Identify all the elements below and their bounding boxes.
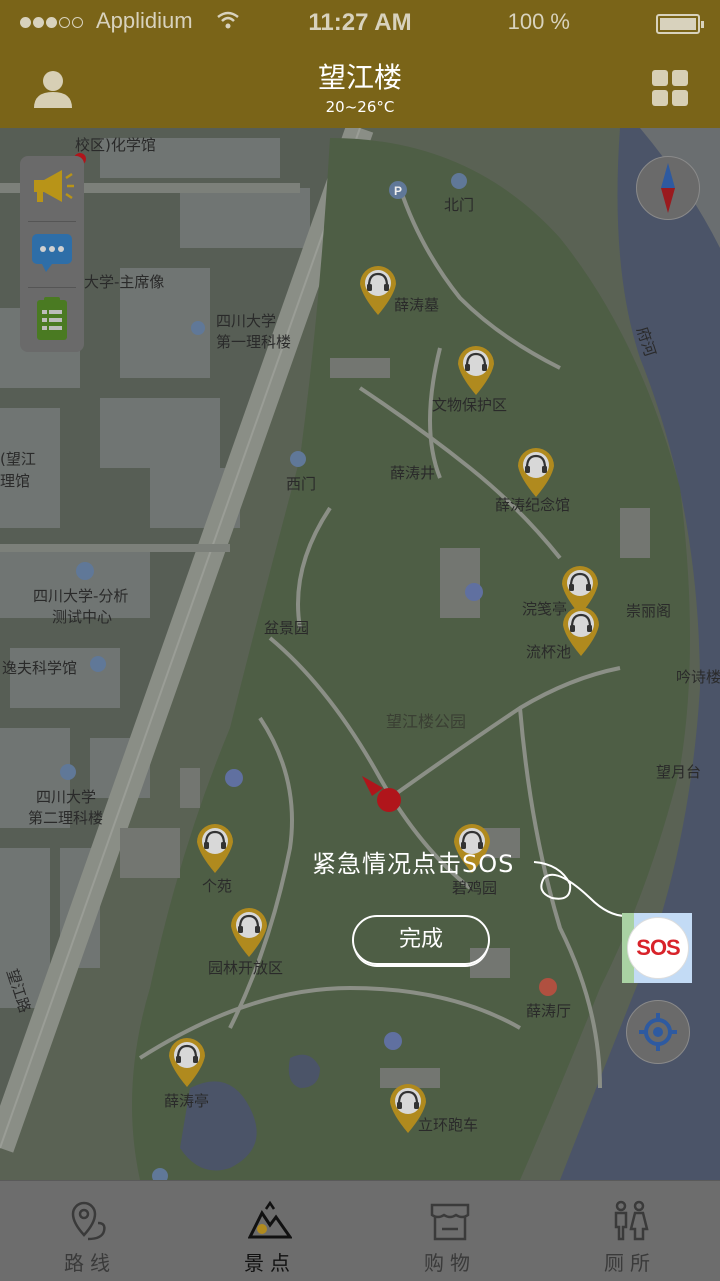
map-label: 碧鸡园 (452, 879, 498, 897)
map-label: 测试中心 (52, 608, 113, 626)
map-label: 薛涛井 (390, 464, 436, 482)
audio-guide-pin-icon[interactable] (456, 344, 496, 396)
tab-bar: 路线 景点 购物 厕所 (0, 1180, 720, 1281)
chat-icon[interactable] (28, 228, 76, 276)
map-label: 崇丽阁 (626, 602, 672, 620)
map-label: (望江 (0, 450, 36, 468)
map-label: 望月台 (656, 763, 702, 781)
map-label: 四川大学 (216, 312, 277, 330)
scenic-icon (248, 1200, 292, 1239)
audio-guide-pin-icon[interactable] (388, 1082, 428, 1134)
audio-guide-pin-icon[interactable] (195, 822, 235, 874)
route-icon (71, 1201, 106, 1241)
tab-scenic[interactable]: 景点 (180, 1181, 360, 1281)
header: 望江楼 20~26°C (0, 48, 720, 128)
svg-text:P: P (394, 184, 402, 198)
done-button[interactable]: 完成 (352, 915, 490, 965)
audio-guide-pin-icon[interactable] (516, 446, 556, 498)
sos-highlight: SOS (622, 913, 692, 983)
audio-guide-pin-icon[interactable] (167, 1036, 207, 1088)
map-label: 第二理科楼 (28, 809, 104, 827)
tab-label: 厕所 (604, 1251, 656, 1275)
battery-icon (656, 14, 704, 34)
toilet-icon (614, 1200, 649, 1241)
audio-guide-pin-icon[interactable] (229, 906, 269, 958)
map-label: 理馆 (0, 472, 31, 490)
sos-button[interactable]: SOS (627, 917, 689, 979)
page-title: 望江楼 (317, 61, 402, 94)
temperature-label: 20~26°C (325, 98, 395, 116)
map-label: 吟诗楼 (676, 668, 720, 686)
compass-button[interactable] (636, 156, 700, 220)
tab-route[interactable]: 路线 (0, 1181, 180, 1281)
hint-arrow (533, 861, 627, 917)
audio-guide-pin-icon[interactable] (561, 605, 601, 657)
map-label: 西门 (286, 475, 317, 493)
map-label: 薛涛墓 (394, 296, 440, 314)
shop-icon (430, 1203, 470, 1241)
map-label: 个苑 (202, 877, 233, 895)
map-label: 薛涛厅 (526, 1002, 572, 1020)
map-view[interactable]: P 校区)化学馆 北门 薛涛墓 大学-主席像 四川大学 第一理科楼 文物保护区 … (0, 128, 720, 1180)
tab-shop[interactable]: 购物 (360, 1181, 540, 1281)
tab-label: 购物 (424, 1251, 476, 1275)
map-label: 园林开放区 (208, 959, 284, 977)
compass-icon (661, 163, 675, 213)
tab-label: 路线 (64, 1251, 116, 1275)
audio-guide-pin-icon[interactable] (358, 264, 398, 316)
status-time: 11:27 AM (308, 9, 412, 36)
map-label: 第一理科楼 (216, 333, 292, 351)
map-label: 文物保护区 (432, 396, 508, 414)
map-label: 四川大学 (36, 788, 97, 806)
battery-percent: 100 % (507, 9, 570, 34)
megaphone-icon[interactable] (28, 162, 76, 210)
park-label: 望江楼公园 (386, 712, 467, 731)
map-label: 薛涛亭 (164, 1092, 210, 1110)
map-tools-panel (20, 156, 84, 352)
locate-icon (639, 1013, 677, 1051)
map-label: 逸夫科学馆 (2, 659, 78, 677)
sos-hint-text: 紧急情况点击SOS (312, 850, 515, 878)
map-label: 校区)化学馆 (75, 136, 156, 154)
status-bar: Applidium 11:27 AM 100 % (0, 0, 720, 48)
grid-menu-icon[interactable] (652, 70, 688, 106)
notes-icon[interactable] (28, 294, 76, 342)
tab-toilet[interactable]: 厕所 (540, 1181, 720, 1281)
map-label: 北门 (444, 196, 475, 214)
locate-button[interactable] (626, 1000, 690, 1064)
map-label: 盆景园 (264, 619, 310, 637)
map-label: 四川大学-分析 (33, 587, 129, 605)
tab-label: 景点 (244, 1251, 296, 1275)
map-label: 大学-主席像 (84, 273, 165, 291)
